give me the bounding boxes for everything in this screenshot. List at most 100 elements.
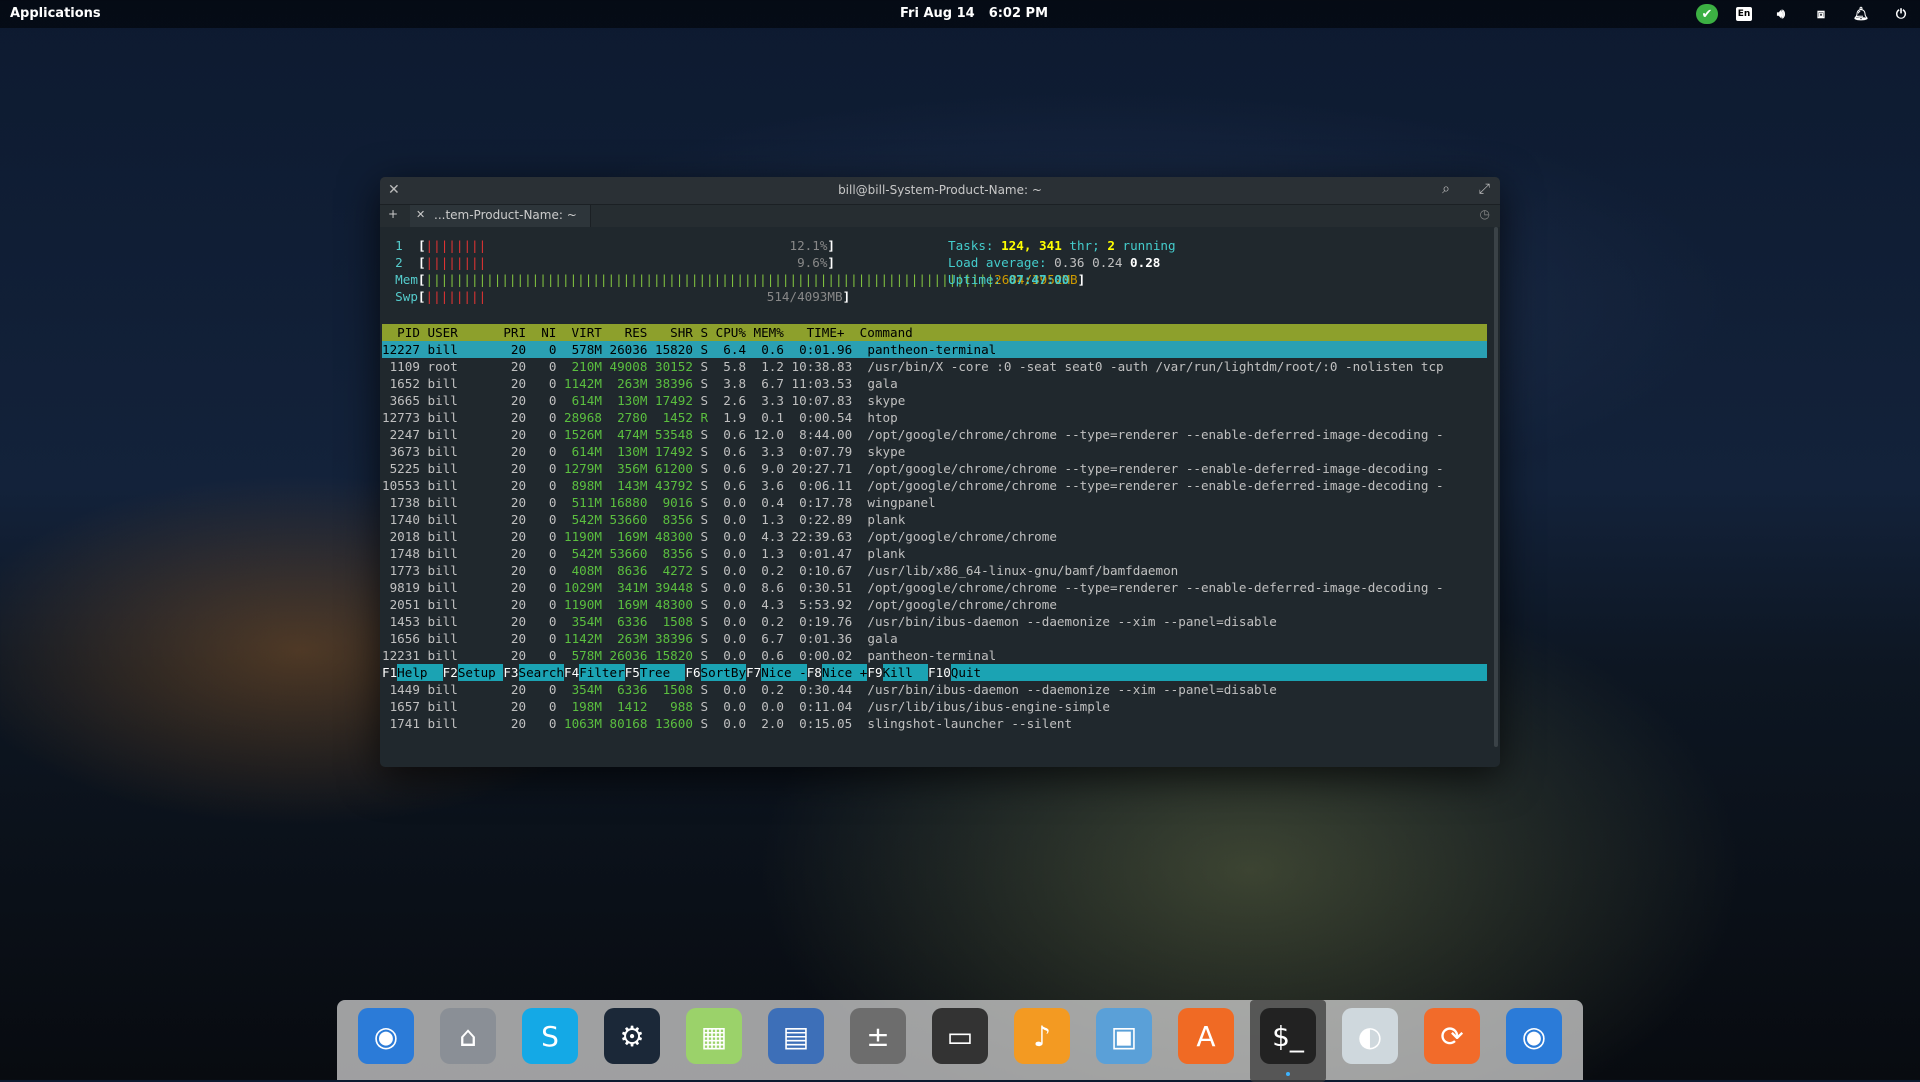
process-row[interactable]: 3665 bill 20 0 614M 130M 17492 S 2.6 3.3… — [382, 392, 1487, 409]
process-res: 53660 — [601, 546, 648, 561]
dock-item-switchboard[interactable]: ◐ — [1336, 1008, 1404, 1076]
dock-item-screenshot[interactable]: ▭ — [926, 1008, 994, 1076]
volume-icon[interactable]: 🔊︎ — [1770, 4, 1792, 24]
fkey-tree-button[interactable]: Tree — [639, 664, 686, 681]
process-row[interactable]: 1740 bill 20 0 542M 53660 8356 S 0.0 1.3… — [382, 511, 1487, 528]
fkey-kill-button[interactable]: Kill — [882, 664, 929, 681]
process-pid: 9819 — [382, 580, 420, 595]
process-row[interactable]: 12773 bill 20 0 28968 2780 1452 R 1.9 0.… — [382, 409, 1487, 426]
fkey-nice--button[interactable]: Nice - — [761, 664, 807, 681]
keyboard-layout-icon[interactable]: En — [1736, 7, 1752, 21]
fkey-search-button[interactable]: Search — [518, 664, 565, 681]
fkey-number[interactable]: F5 — [624, 664, 640, 681]
fkey-number[interactable]: F1 — [382, 664, 398, 681]
process-time: 0:17.78 — [783, 495, 853, 510]
fkey-filter-button[interactable]: Filter — [579, 664, 625, 681]
process-s: S — [692, 461, 709, 476]
process-row[interactable]: 10553 bill 20 0 898M 143M 43792 S 0.6 3.… — [382, 477, 1487, 494]
dock-item-steam[interactable]: ⚙ — [598, 1008, 666, 1076]
fkey-help-button[interactable]: Help — [397, 664, 443, 681]
dock-item-files-home[interactable]: ⌂ — [434, 1008, 502, 1076]
dock-item-photos[interactable]: ▣ — [1090, 1008, 1158, 1076]
dock-item-terminal[interactable]: $_ — [1250, 1000, 1326, 1082]
fkey-nice--button[interactable]: Nice + — [821, 664, 868, 681]
fkey-number[interactable]: F9 — [867, 664, 883, 681]
notification-bell-icon[interactable]: 🔔︎ — [1850, 4, 1872, 24]
process-mem: 3.6 — [746, 478, 784, 493]
new-tab-button[interactable]: + — [388, 207, 398, 221]
process-row[interactable]: 12227 bill 20 0 578M 26036 15820 S 6.4 0… — [382, 341, 1487, 358]
process-ni: 0 — [526, 512, 557, 527]
process-row[interactable]: 2051 bill 20 0 1190M 169M 48300 S 0.0 4.… — [382, 596, 1487, 613]
tab-close-icon[interactable]: ✕ — [416, 208, 425, 221]
dock-item-music[interactable]: ♪ — [1008, 1008, 1076, 1076]
power-icon[interactable]: ⏻ — [1890, 4, 1912, 24]
process-cpu: 0.0 — [708, 682, 747, 697]
dock-item-chrome[interactable]: ◉ — [1500, 1008, 1568, 1076]
fkey-bar-filler — [981, 664, 1487, 681]
process-row[interactable]: 1741 bill 20 0 1063M 80168 13600 S 0.0 2… — [382, 715, 1487, 732]
dock-items: ◉ ⌂ S ⚙ ▦ ▤ ± ▭ ♪ ▣ A $_ ◐ ⟳ ◉ — [337, 1000, 1583, 1082]
dock-item-calculator[interactable]: ± — [844, 1008, 912, 1076]
dock-item-skype[interactable]: S — [516, 1008, 584, 1076]
process-user: bill — [419, 614, 496, 629]
process-row[interactable]: 1748 bill 20 0 542M 53660 8356 S 0.0 1.3… — [382, 545, 1487, 562]
process-pri: 20 — [495, 716, 527, 731]
process-cmd: gala — [852, 376, 898, 391]
process-res: 143M — [601, 478, 648, 493]
process-row[interactable]: 1652 bill 20 0 1142M 263M 38396 S 3.8 6.… — [382, 375, 1487, 392]
process-row[interactable]: 9819 bill 20 0 1029M 341M 39448 S 0.0 8.… — [382, 579, 1487, 596]
process-shr: 17492 — [647, 444, 693, 459]
process-res: 8636 — [601, 563, 648, 578]
process-row[interactable]: 1109 root 20 0 210M 49008 30152 S 5.8 1.… — [382, 358, 1487, 375]
process-row[interactable]: 1657 bill 20 0 198M 1412 988 S 0.0 0.0 0… — [382, 698, 1487, 715]
fkey-number[interactable]: F7 — [746, 664, 762, 681]
process-mem: 0.1 — [746, 410, 784, 425]
process-pid: 1748 — [382, 546, 420, 561]
process-row[interactable]: 2018 bill 20 0 1190M 169M 48300 S 0.0 4.… — [382, 528, 1487, 545]
fkey-number[interactable]: F6 — [685, 664, 701, 681]
dock-item-update[interactable]: ⟳ — [1418, 1008, 1486, 1076]
process-table-header[interactable]: PID USER PRI NI VIRT RES SHR S CPU% MEM%… — [382, 324, 1487, 341]
process-s: R — [692, 410, 709, 425]
tab-terminal[interactable]: ✕ ...tem-Product-Name: ~ — [410, 205, 591, 227]
fkey-number[interactable]: F10 — [928, 664, 951, 681]
check-shield-icon[interactable]: ✔ — [1696, 4, 1718, 24]
fkey-quit-button[interactable]: Quit — [950, 664, 982, 681]
process-pid: 12773 — [382, 410, 420, 425]
process-res: 263M — [601, 376, 648, 391]
fkey-number[interactable]: F4 — [564, 664, 580, 681]
fkey-number[interactable]: F3 — [503, 664, 519, 681]
scrollbar[interactable] — [1494, 227, 1498, 747]
process-row[interactable]: 1738 bill 20 0 511M 16880 9016 S 0.0 0.4… — [382, 494, 1487, 511]
fkey-number[interactable]: F2 — [442, 664, 458, 681]
fkey-number[interactable]: F8 — [806, 664, 822, 681]
process-row[interactable]: 5225 bill 20 0 1279M 356M 61200 S 0.6 9.… — [382, 460, 1487, 477]
dock-item-calendar[interactable]: ▦ — [680, 1008, 748, 1076]
process-row[interactable]: 1656 bill 20 0 1142M 263M 38396 S 0.0 6.… — [382, 630, 1487, 647]
process-row[interactable]: 1773 bill 20 0 408M 8636 4272 S 0.0 0.2 … — [382, 562, 1487, 579]
fkey-sortby-button[interactable]: SortBy — [700, 664, 747, 681]
process-cmd: plank — [852, 546, 906, 561]
dock-item-app-center[interactable]: A — [1172, 1008, 1240, 1076]
dock-item-document-viewer[interactable]: ▤ — [762, 1008, 830, 1076]
htop-output[interactable]: 1 [|||||||| 12.1%] 2 [|||||||| 9.6%] Mem… — [380, 227, 1490, 767]
window-titlebar[interactable]: ✕ bill@bill-System-Product-Name: ~ ⌕ ⤢ — [380, 177, 1500, 204]
history-icon[interactable]: ◷ — [1480, 207, 1490, 221]
network-icon[interactable]: ⧈ — [1810, 4, 1832, 24]
fkey-setup-button[interactable]: Setup — [457, 664, 504, 681]
applications-menu-button[interactable]: Applications — [10, 6, 101, 21]
mem-meter: Mem[||||||||||||||||||||||||||||||||||||… — [395, 272, 1086, 287]
process-row[interactable]: 12231 bill 20 0 578M 26036 15820 S 0.0 0… — [382, 647, 1487, 664]
search-icon[interactable]: ⌕ — [1442, 181, 1450, 197]
process-row[interactable]: 3673 bill 20 0 614M 130M 17492 S 0.6 3.3… — [382, 443, 1487, 460]
meters: 1 [|||||||| 12.1%] 2 [|||||||| 9.6%] Mem… — [380, 227, 1490, 305]
clock[interactable]: Fri Aug 14 6:02 PM — [900, 6, 1062, 21]
maximize-icon[interactable]: ⤢ — [1479, 181, 1490, 197]
process-row[interactable]: 2247 bill 20 0 1526M 474M 53548 S 0.6 12… — [382, 426, 1487, 443]
process-s: S — [692, 648, 709, 663]
process-row[interactable]: 1449 bill 20 0 354M 6336 1508 S 0.0 0.2 … — [382, 681, 1487, 698]
process-cmd: pantheon-terminal — [852, 342, 997, 357]
process-row[interactable]: 1453 bill 20 0 354M 6336 1508 S 0.0 0.2 … — [382, 613, 1487, 630]
dock-item-chrome[interactable]: ◉ — [352, 1008, 420, 1076]
